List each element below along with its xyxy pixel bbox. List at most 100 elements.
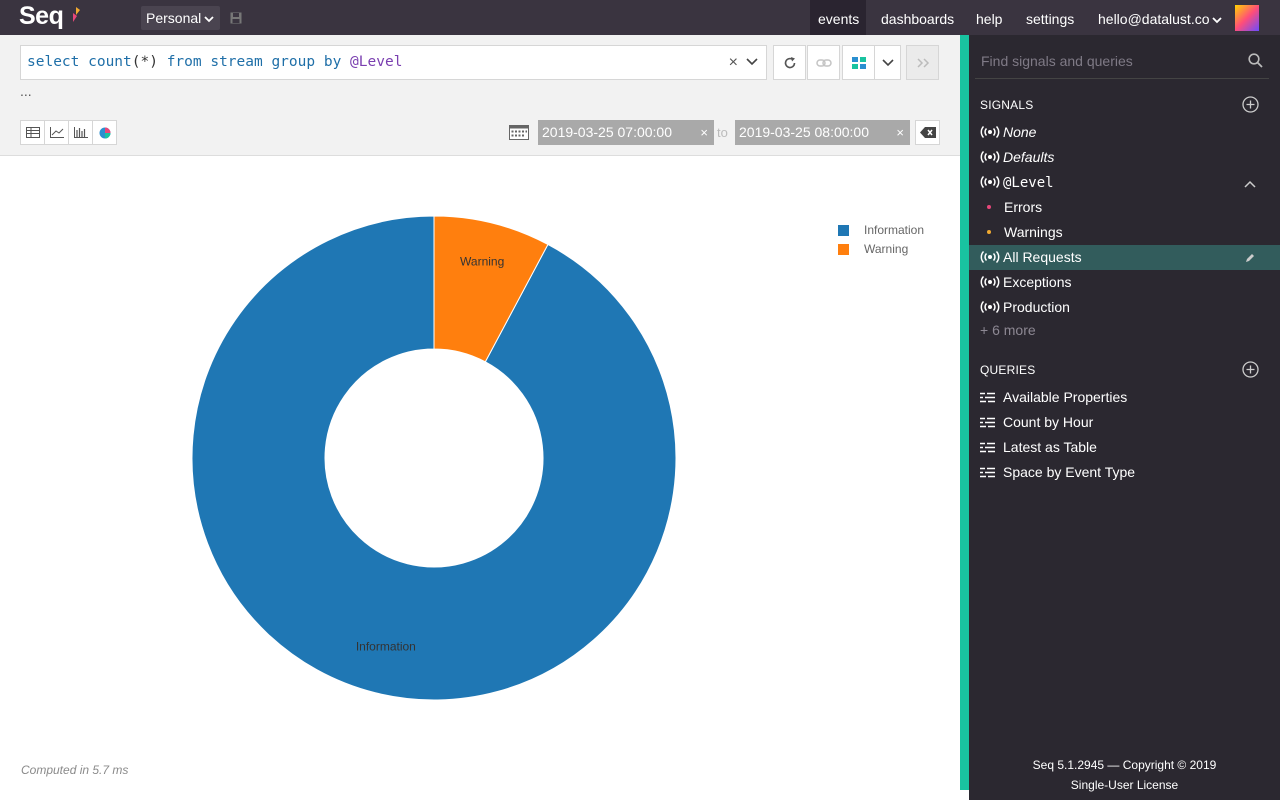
signal-item[interactable]: None (969, 120, 1280, 145)
main-panel: select count(*) from stream group by @Le… (0, 35, 960, 800)
query-token: stream (210, 54, 272, 70)
view-mode-dropdown[interactable] (874, 45, 901, 80)
nav-dashboards[interactable]: dashboards (873, 0, 962, 35)
to-date-input[interactable]: 2019-03-25 08:00:00 × (735, 120, 910, 145)
bar-chart-icon (73, 127, 88, 138)
link-button[interactable] (807, 45, 840, 80)
signal-item[interactable]: All Requests (969, 245, 1280, 270)
signal-label: Warnings (1004, 224, 1063, 240)
query-token: from (166, 54, 211, 70)
accent-bar (960, 35, 969, 790)
seq-logo[interactable]: Seq (19, 2, 64, 31)
tab-pie-chart[interactable] (92, 120, 117, 145)
signals-sidebar: SIGNALS None Defaults @Level Errors Warnings… (969, 35, 1280, 800)
signal-icon (980, 171, 1000, 196)
level-dot-icon (987, 205, 991, 210)
query-token: @Level (350, 54, 403, 70)
query-label: Count by Hour (1003, 414, 1094, 430)
nav-help[interactable]: help (968, 0, 1010, 35)
tab-line-chart[interactable] (44, 120, 69, 145)
signal-label: Exceptions (1003, 274, 1072, 290)
add-query-icon[interactable] (1242, 361, 1259, 378)
from-date-input[interactable]: 2019-03-25 07:00:00 × (538, 120, 714, 145)
sidebar-footer: Seq 5.1.2945 — Copyright © 2019 Single-U… (969, 755, 1280, 795)
query-token: by (323, 54, 351, 70)
line-chart-icon (49, 127, 64, 138)
logo-mark-icon (73, 7, 80, 22)
nav-events[interactable]: events (810, 0, 866, 35)
save-icon[interactable] (230, 12, 242, 24)
legend-label[interactable]: Information (864, 223, 924, 237)
signal-item[interactable]: Exceptions (969, 270, 1280, 295)
signal-label: @Level (1003, 175, 1054, 191)
clear-from-date-button[interactable]: × (700, 120, 708, 145)
tab-table[interactable] (20, 120, 45, 145)
version-text: Seq 5.1.2945 — Copyright © 2019 (1032, 758, 1217, 772)
queries-heading: QUERIES (980, 363, 1036, 377)
grid-view-icon (851, 56, 866, 69)
sidebar-search (975, 45, 1269, 79)
tab-bar-chart[interactable] (68, 120, 93, 145)
from-date-value: 2019-03-25 07:00:00 (542, 124, 672, 140)
chevron-down-icon (881, 58, 894, 66)
signal-item[interactable]: @Level (969, 170, 1280, 195)
clear-to-date-button[interactable]: × (896, 120, 904, 145)
query-icon (980, 411, 1000, 436)
query-input[interactable]: select count(*) from stream group by @Le… (20, 45, 767, 80)
signal-icon (980, 296, 1000, 321)
query-item[interactable]: Count by Hour (969, 410, 1280, 435)
search-input[interactable] (981, 53, 1231, 69)
workspace-selector[interactable]: Personal (141, 6, 221, 30)
query-area: select count(*) from stream group by @Le… (0, 35, 960, 156)
signal-label: All Requests (1003, 249, 1082, 265)
chevron-down-icon (1211, 17, 1222, 24)
edit-icon[interactable] (1245, 246, 1255, 271)
visualization-tabs (20, 120, 117, 145)
query-token: count (88, 54, 132, 70)
table-icon (25, 127, 40, 138)
query-item[interactable]: Latest as Table (969, 435, 1280, 460)
query-token: (*) (131, 54, 167, 70)
query-item[interactable]: Space by Event Type (969, 460, 1280, 485)
signal-item[interactable]: Errors (969, 195, 1280, 220)
computed-time: Computed in 5.7 ms (21, 763, 129, 777)
signals-heading: SIGNALS (980, 98, 1034, 112)
refresh-icon (784, 56, 795, 68)
signal-item[interactable]: Warnings (969, 220, 1280, 245)
legend-swatch (838, 225, 849, 236)
add-signal-icon[interactable] (1242, 96, 1259, 113)
calendar-icon[interactable] (509, 125, 529, 140)
query-label: Latest as Table (1003, 439, 1097, 455)
user-email: hello@datalust.co (1098, 11, 1210, 27)
more-signals-link[interactable]: + 6 more (980, 322, 1036, 338)
query-text: select count(*) from stream group by @Le… (27, 54, 402, 70)
query-icon (980, 436, 1000, 461)
donut-chart: Information Warning Information Warning (191, 215, 924, 701)
clear-query-button[interactable]: × (729, 54, 738, 72)
query-token: select (27, 54, 89, 70)
signal-label: Defaults (1003, 149, 1055, 165)
legend-label[interactable]: Warning (864, 242, 908, 256)
query-icon (980, 386, 1000, 411)
user-menu[interactable]: hello@datalust.co (1090, 0, 1230, 35)
search-icon[interactable] (1248, 53, 1263, 68)
slice-label: Warning (460, 254, 504, 268)
signal-label: None (1003, 124, 1037, 140)
slice-label: Information (356, 640, 416, 654)
query-label: Available Properties (1003, 389, 1128, 405)
to-date-value: 2019-03-25 08:00:00 (739, 124, 869, 140)
nav-settings[interactable]: settings (1018, 0, 1082, 35)
expand-sidebar-button[interactable] (906, 45, 939, 80)
signal-item[interactable]: Production (969, 295, 1280, 320)
signal-icon (980, 246, 1000, 271)
signal-item[interactable]: Defaults (969, 145, 1280, 170)
view-mode-button[interactable] (842, 45, 875, 80)
chart-area: Information Warning Information Warning Com… (0, 156, 960, 800)
collapse-icon[interactable] (1244, 171, 1256, 196)
chevron-down-icon[interactable] (746, 58, 758, 66)
clear-range-button[interactable] (915, 120, 940, 145)
avatar[interactable] (1235, 5, 1259, 31)
query-item[interactable]: Available Properties (969, 385, 1280, 410)
refresh-button[interactable] (773, 45, 806, 80)
query-ellipsis[interactable]: ... (20, 83, 32, 99)
